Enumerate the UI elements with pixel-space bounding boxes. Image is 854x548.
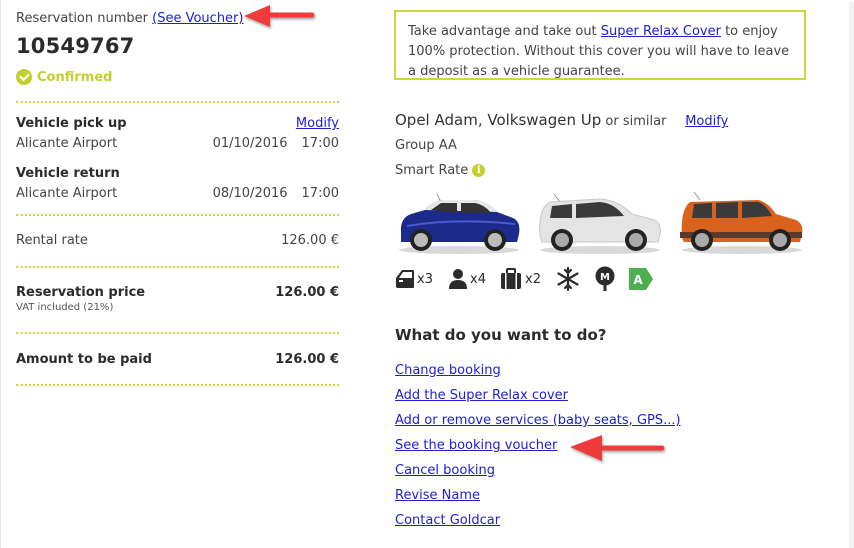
return-title: Vehicle return bbox=[16, 166, 120, 181]
pickup-location: Alicante Airport bbox=[16, 136, 118, 151]
door-icon bbox=[396, 270, 414, 288]
vehicle-group: Group AA bbox=[395, 138, 457, 153]
reservation-number-label: Reservation number (See Voucher) bbox=[16, 11, 243, 26]
pickup-date: 01/10/2016 bbox=[212, 136, 288, 151]
pickup-title: Vehicle pick up bbox=[16, 116, 127, 131]
vehicle-title: Opel Adam, Volkswagen Up or similar Modi… bbox=[395, 111, 728, 129]
vehicle-features: x3 x4 x2 M A bbox=[395, 266, 675, 294]
pickup-time: 17:00 bbox=[301, 136, 339, 151]
info-icon[interactable]: i bbox=[472, 164, 486, 177]
rate-type: Smart Rate i bbox=[395, 163, 486, 178]
status-badge: Confirmed bbox=[16, 69, 112, 85]
super-relax-promo: Take advantage and take out Super Relax … bbox=[394, 10, 806, 80]
change-booking-link[interactable]: Change booking bbox=[395, 361, 681, 386]
feature-transmission: M bbox=[594, 266, 616, 292]
page-left-border bbox=[0, 0, 1, 548]
annotation-arrow-icon bbox=[244, 5, 315, 27]
return-details: Alicante Airport 08/10/2016 17:00 bbox=[16, 186, 339, 201]
rental-rate-label: Rental rate bbox=[16, 233, 88, 248]
svg-text:A: A bbox=[633, 273, 643, 287]
pickup-details: Alicante Airport 01/10/2016 17:00 bbox=[16, 136, 339, 151]
return-location: Alicante Airport bbox=[16, 186, 118, 201]
rental-rate-value: 126.00 € bbox=[281, 233, 339, 248]
scrollbar-track[interactable] bbox=[849, 2, 854, 548]
vehicle-models: Opel Adam, Volkswagen Up bbox=[395, 111, 602, 129]
contact-goldcar-link[interactable]: Contact Goldcar bbox=[395, 511, 681, 536]
reservation-label-text: Reservation number bbox=[16, 11, 148, 26]
amount-to-pay-row: Amount to be paid 126.00 € bbox=[16, 352, 339, 367]
air-conditioning-icon bbox=[557, 267, 579, 291]
person-icon bbox=[449, 269, 467, 289]
feature-doors: x3 bbox=[395, 266, 433, 292]
svg-text:M: M bbox=[600, 272, 610, 283]
luggage-count: x2 bbox=[525, 271, 541, 287]
check-circle-icon bbox=[16, 69, 32, 85]
feature-air-conditioning bbox=[556, 266, 580, 292]
see-voucher-link[interactable]: (See Voucher) bbox=[152, 11, 243, 26]
manual-transmission-icon: M bbox=[595, 266, 615, 291]
promo-text: Take advantage and take out bbox=[408, 24, 601, 39]
return-datetime: 08/10/2016 17:00 bbox=[213, 186, 339, 201]
return-section: Vehicle return bbox=[16, 166, 339, 181]
super-relax-cover-link[interactable]: Super Relax Cover bbox=[601, 24, 721, 39]
feature-energy-rating: A bbox=[628, 266, 654, 292]
divider bbox=[16, 332, 339, 334]
vat-note: VAT included (21%) bbox=[16, 302, 114, 313]
car-image-volkswagen-up bbox=[539, 193, 661, 254]
modify-vehicle-link[interactable]: Modify bbox=[685, 114, 728, 129]
feature-passengers: x4 bbox=[448, 266, 486, 292]
annotation-arrow-icon bbox=[570, 435, 665, 461]
return-date: 08/10/2016 bbox=[212, 186, 288, 201]
pickup-section: Vehicle pick up Modify bbox=[16, 116, 339, 131]
car-image-opel-adam bbox=[399, 193, 520, 254]
doors-count: x3 bbox=[417, 271, 433, 287]
divider bbox=[16, 266, 339, 268]
energy-rating-icon: A bbox=[629, 268, 653, 290]
suitcase-icon bbox=[501, 268, 521, 289]
car-image-fiat-panda bbox=[680, 191, 803, 254]
feature-luggage: x2 bbox=[499, 266, 541, 292]
passengers-count: x4 bbox=[470, 271, 486, 287]
pickup-datetime: 01/10/2016 17:00 bbox=[213, 136, 339, 151]
divider bbox=[16, 384, 339, 386]
add-super-relax-link[interactable]: Add the Super Relax cover bbox=[395, 386, 681, 411]
status-text: Confirmed bbox=[37, 69, 113, 85]
revise-name-link[interactable]: Revise Name bbox=[395, 486, 681, 511]
vehicle-similar: or similar bbox=[601, 114, 667, 129]
actions-title: What do you want to do? bbox=[395, 326, 607, 344]
rate-name: Smart Rate bbox=[395, 163, 469, 178]
modify-pickup-link[interactable]: Modify bbox=[296, 116, 339, 131]
amount-value: 126.00 € bbox=[275, 352, 339, 367]
reservation-price-value: 126.00 € bbox=[275, 285, 339, 300]
divider bbox=[16, 214, 339, 216]
reservation-number: 10549767 bbox=[16, 34, 135, 58]
reservation-price-row: Reservation price 126.00 € VAT included … bbox=[16, 285, 339, 313]
return-time: 17:00 bbox=[301, 186, 339, 201]
divider bbox=[16, 101, 339, 103]
rental-rate-row: Rental rate 126.00 € bbox=[16, 233, 339, 248]
